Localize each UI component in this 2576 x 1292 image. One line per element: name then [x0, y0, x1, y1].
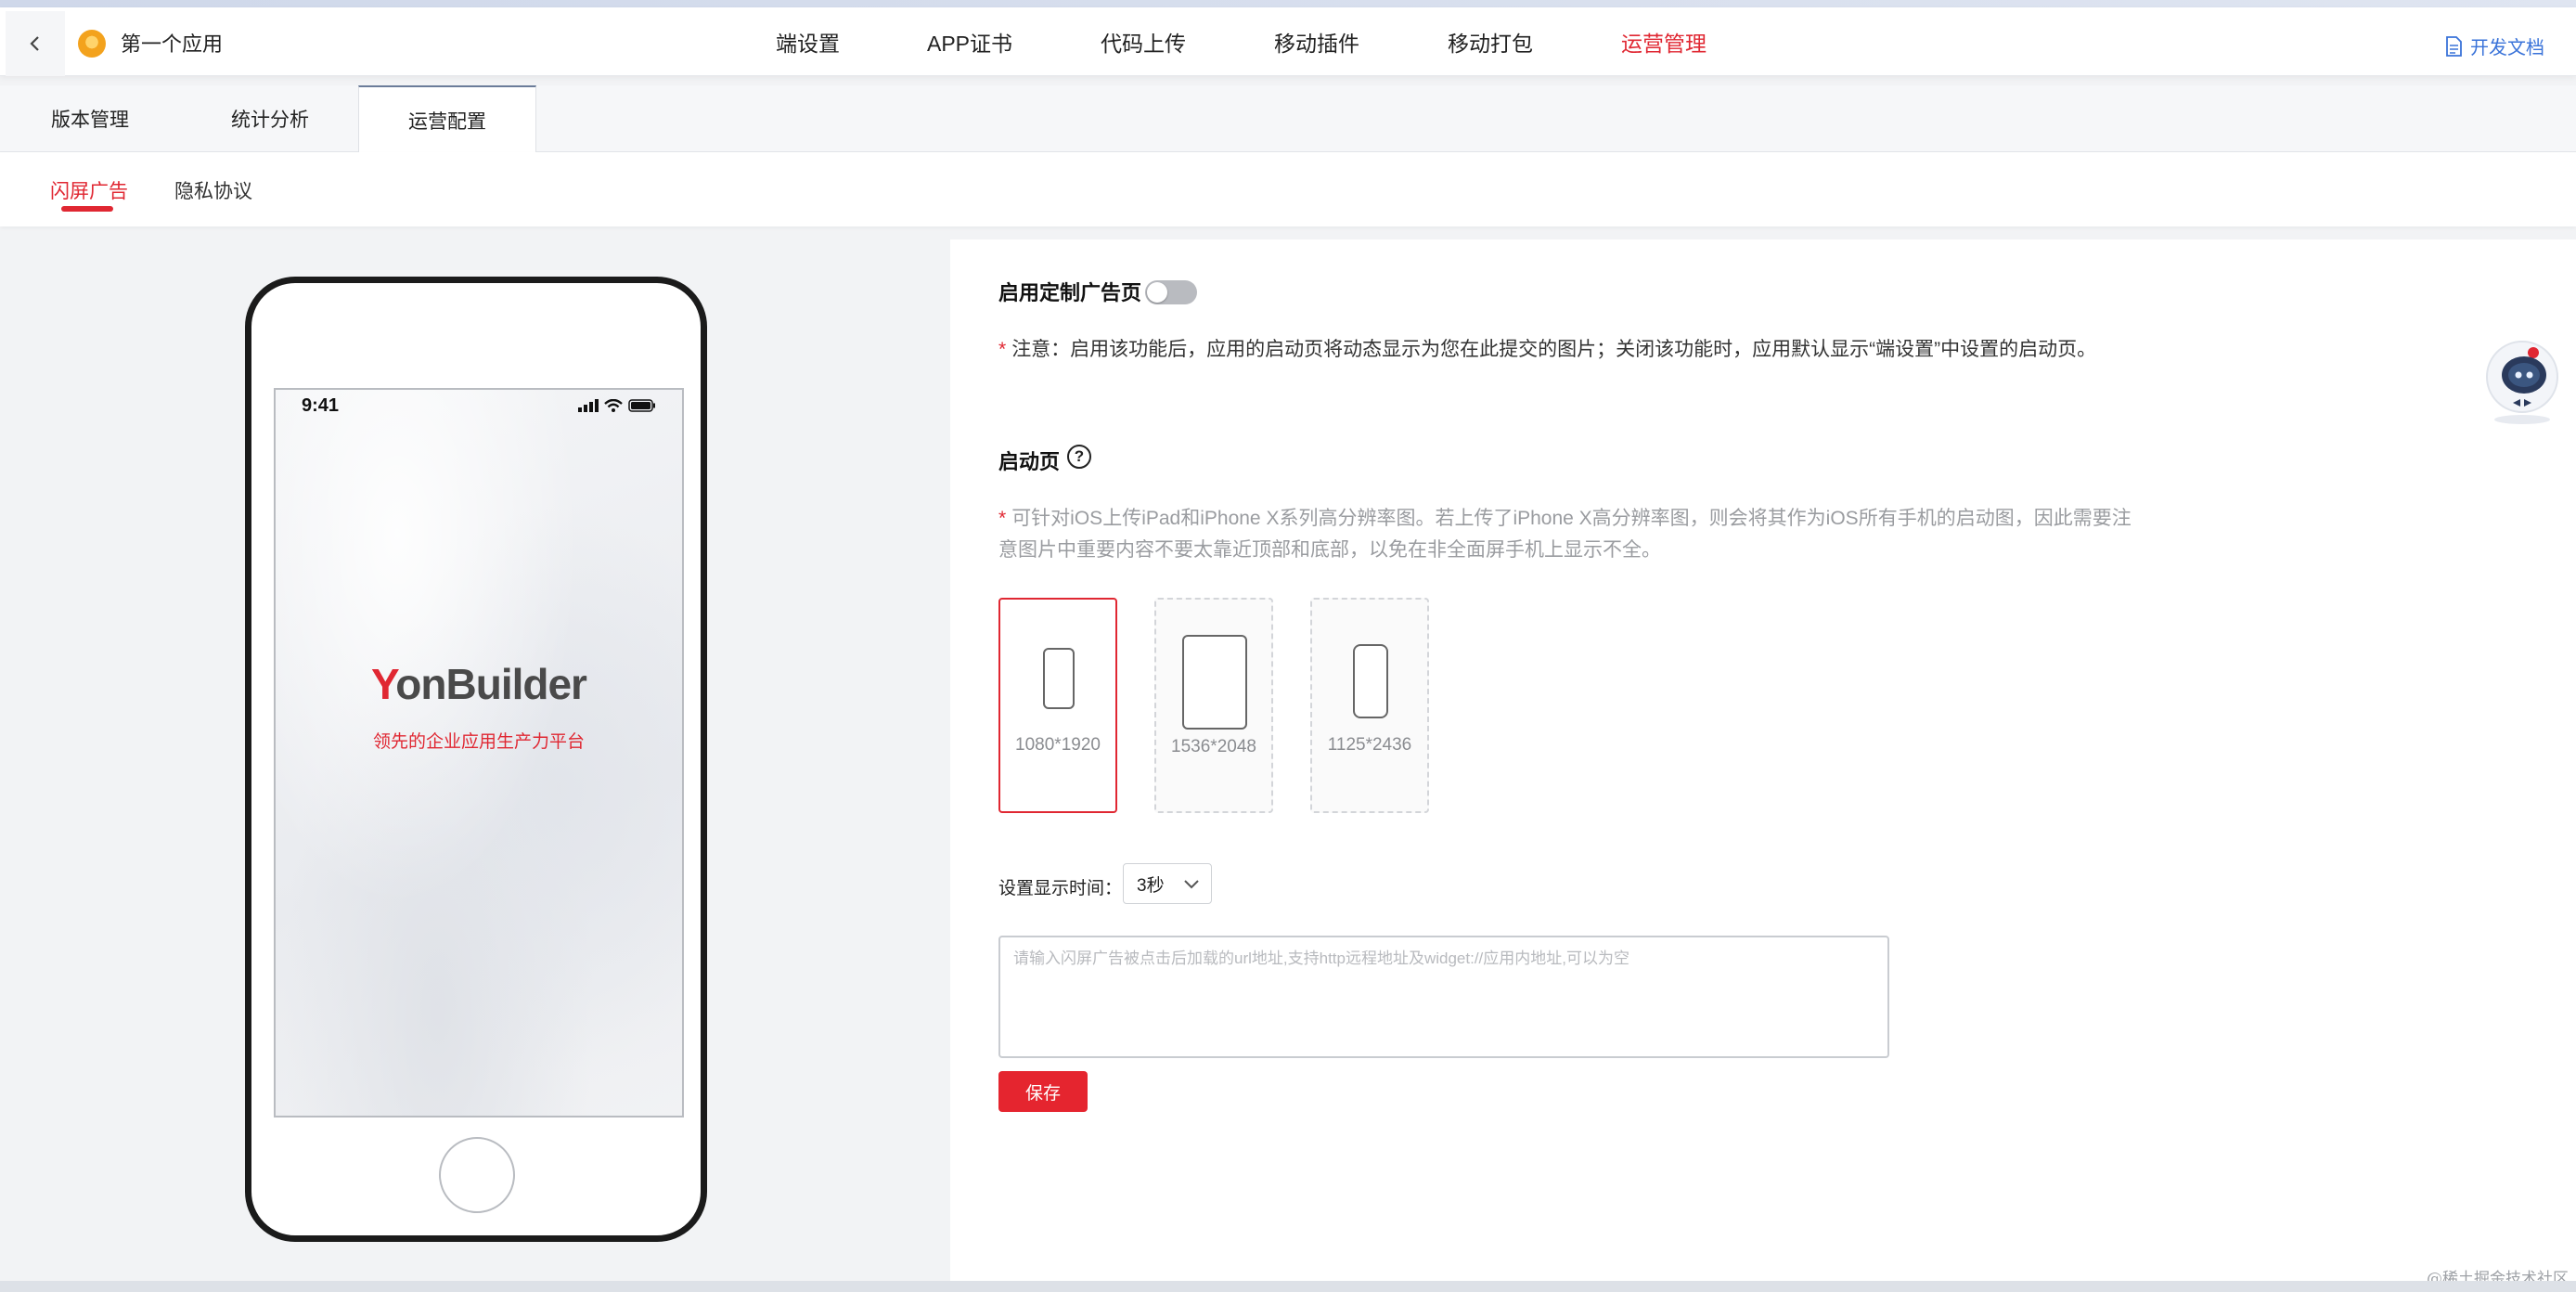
size-label: 1125*2436 [1327, 735, 1412, 755]
tab-statistics[interactable]: 统计分析 [180, 85, 360, 152]
enable-note: * 注意：启用该功能后，应用的启动页将动态显示为您在此提交的图片；关闭该功能时，应… [998, 334, 2483, 366]
size-option-1125x2436[interactable]: 1125*2436 [1310, 598, 1429, 813]
splash-page-title: 启动页 [998, 450, 1061, 473]
tab-operations-config[interactable]: 运营配置 [358, 85, 536, 153]
app-name: 第一个应用 [121, 32, 224, 56]
splash-brand-logo: YonBuilder [371, 660, 587, 708]
display-time-select[interactable]: 3秒 [1123, 863, 1212, 904]
active-subtab-indicator [61, 206, 113, 212]
window-top-strip [0, 0, 2576, 7]
chevron-left-icon [30, 36, 39, 51]
nav-item-mobile-plugins[interactable]: 移动插件 [1274, 26, 1359, 58]
tab-version-management[interactable]: 版本管理 [0, 85, 180, 152]
sub-tabs: 闪屏广告 隐私协议 [0, 152, 2576, 226]
phone-screen: 9:41 YonBuilder 领先的企业应用生产力平台 [274, 388, 684, 1118]
splash-slogan: 领先的企业应用生产力平台 [372, 732, 585, 752]
docs-link-label: 开发文档 [2470, 38, 2544, 58]
size-option-1080x1920[interactable]: 1080*1920 [998, 598, 1117, 813]
phone-home-button [439, 1137, 515, 1213]
section-tabs: 版本管理 统计分析 运营配置 [0, 85, 2576, 153]
status-time: 9:41 [302, 395, 340, 416]
nav-item-client-settings[interactable]: 端设置 [776, 26, 840, 58]
required-asterisk: * [998, 508, 1007, 529]
nav-item-operations[interactable]: 运营管理 [1621, 26, 1707, 58]
app-logo-icon [78, 30, 106, 58]
splash-note-line-1-text: 可针对iOS上传iPad和iPhone X系列高分辨率图。若上传了iPhone … [1011, 508, 2132, 529]
splash-note: * 可针对iOS上传iPad和iPhone X系列高分辨率图。若上传了iPhone… [998, 503, 2353, 566]
document-icon [2446, 35, 2462, 57]
click-url-input[interactable] [998, 936, 1889, 1058]
subtab-privacy-policy[interactable]: 隐私协议 [174, 176, 252, 204]
docs-link[interactable]: 开发文档 [2444, 32, 2544, 59]
subtab-splash-ad[interactable]: 闪屏广告 [50, 176, 128, 204]
tablet-icon [1182, 635, 1247, 730]
wifi-icon [604, 399, 623, 412]
enable-custom-ad-toggle[interactable] [1145, 280, 1197, 304]
phone-mockup: 9:41 YonBuilder 领先的企业应用生产力平台 [245, 277, 707, 1242]
nav-item-app-certificate[interactable]: APP证书 [927, 26, 1012, 58]
help-circle-icon[interactable]: ? [1067, 445, 1091, 469]
splash-note-line-2: 意图片中重要内容不要太靠近顶部和底部，以免在非全面屏手机上显示不全。 [998, 539, 1661, 561]
assistant-robot-icon[interactable] [2476, 334, 2569, 427]
size-label: 1080*1920 [1015, 735, 1101, 755]
signal-icon [578, 399, 599, 412]
toggle-knob [1147, 282, 1167, 303]
settings-panel: 启用定制广告页 * 注意：启用该功能后，应用的启动页将动态显示为您在此提交的图片；… [950, 239, 2576, 1281]
splash-note-line-1: * 可针对iOS上传iPad和iPhone X系列高分辨率图。若上传了iPhone… [998, 503, 2353, 535]
enable-note-text: 注意：启用该功能后，应用的启动页将动态显示为您在此提交的图片；关闭该功能时，应用… [1011, 339, 2097, 360]
status-icons [578, 399, 656, 412]
save-button[interactable]: 保存 [998, 1071, 1088, 1112]
chevron-down-icon [1184, 880, 1199, 889]
battery-icon [628, 399, 655, 412]
top-header: 第一个应用 端设置 APP证书 代码上传 移动插件 移动打包 运营管理 开发文档 [0, 7, 2576, 76]
back-button[interactable] [6, 11, 65, 76]
enable-custom-ad-title: 启用定制广告页 [998, 281, 1142, 304]
size-option-1536x2048[interactable]: 1536*2048 [1154, 598, 1273, 813]
display-time-value: 3秒 [1137, 875, 1165, 896]
phone-x-icon [1353, 644, 1388, 718]
phone-icon [1043, 648, 1075, 709]
size-label: 1536*2048 [1171, 737, 1256, 756]
phone-preview-area: 9:41 YonBuilder 领先的企业应用生产力平台 [0, 239, 948, 1281]
window-bottom-strip [0, 1281, 2576, 1292]
required-asterisk: * [998, 339, 1007, 360]
nav-item-mobile-packaging[interactable]: 移动打包 [1448, 26, 1533, 58]
display-time-label: 设置显示时间： [998, 879, 1123, 898]
nav-item-code-upload[interactable]: 代码上传 [1101, 26, 1186, 58]
